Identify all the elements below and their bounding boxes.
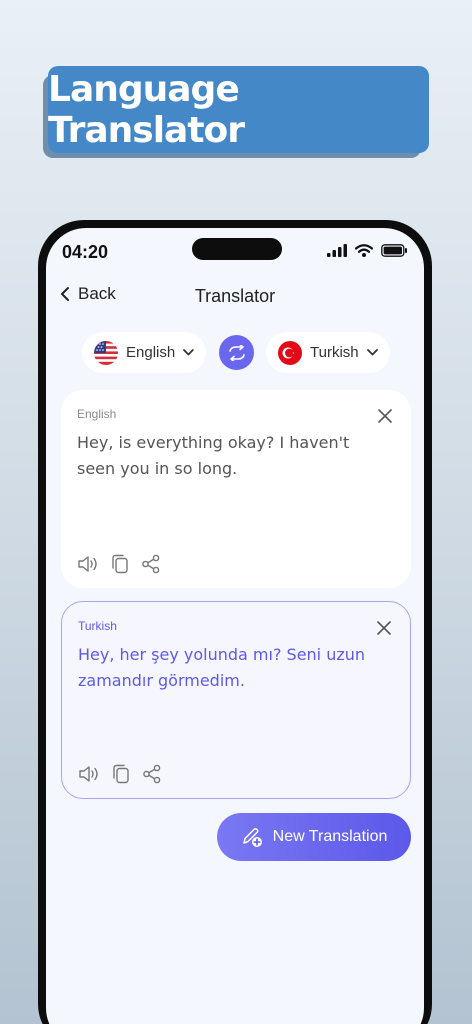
close-icon <box>378 409 392 423</box>
nav-bar: Back Translator <box>46 280 424 316</box>
dynamic-island <box>192 238 282 260</box>
turkey-flag-icon <box>278 340 302 365</box>
battery-icon <box>381 244 407 257</box>
source-card-language: English <box>77 407 117 421</box>
copy-icon <box>112 554 128 574</box>
source-copy-button[interactable] <box>111 554 129 574</box>
translation-share-button[interactable] <box>142 764 162 784</box>
source-language-label: English <box>126 344 176 361</box>
language-selector-row: English Turkish <box>46 332 424 374</box>
translation-speak-button[interactable] <box>78 765 100 783</box>
translation-card: Turkish Hey, her şey yolunda mı? Seni uz… <box>61 601 411 799</box>
status-icons <box>327 244 408 257</box>
wifi-icon <box>355 244 373 257</box>
swap-languages-button[interactable] <box>219 335 254 370</box>
clear-source-button[interactable] <box>377 408 393 429</box>
us-flag-icon <box>94 340 118 365</box>
banner: Language Translator <box>48 66 429 153</box>
clear-translation-button[interactable] <box>376 620 392 641</box>
source-text-card: English Hey, is everything okay? I haven… <box>61 390 411 588</box>
source-language-dropdown[interactable]: English <box>82 332 206 373</box>
source-text[interactable]: Hey, is everything okay? I haven't seen … <box>77 430 377 482</box>
phone-screen: 04:20 Back Translator English Turkish En… <box>46 228 424 1024</box>
source-card-actions <box>77 554 161 574</box>
source-speak-button[interactable] <box>77 555 99 573</box>
speaker-icon <box>78 556 97 572</box>
chevron-down-icon <box>366 349 378 356</box>
speaker-icon <box>79 766 98 782</box>
new-translation-label: New Translation <box>272 828 388 845</box>
share-icon <box>143 764 161 784</box>
translation-text: Hey, her şey yolunda mı? Seni uzun zaman… <box>78 645 366 690</box>
page-title: Translator <box>194 286 276 306</box>
new-translation-button[interactable]: New Translation <box>217 813 411 861</box>
close-icon <box>377 621 391 635</box>
share-icon <box>142 554 160 574</box>
status-bar: 04:20 <box>46 228 424 274</box>
pencil-plus-icon <box>242 828 262 847</box>
translation-copy-button[interactable] <box>112 764 130 784</box>
translation-card-language: Turkish <box>78 619 117 633</box>
chevron-down-icon <box>183 349 194 356</box>
swap-icon <box>228 344 245 361</box>
status-time: 04:20 <box>62 242 109 262</box>
signal-icon <box>327 244 347 257</box>
translation-card-actions <box>78 764 162 784</box>
target-language-dropdown[interactable]: Turkish <box>266 332 390 373</box>
copy-icon <box>113 764 129 784</box>
target-language-label: Turkish <box>310 344 359 361</box>
source-share-button[interactable] <box>141 554 161 574</box>
banner-title: Language Translator <box>48 68 245 151</box>
